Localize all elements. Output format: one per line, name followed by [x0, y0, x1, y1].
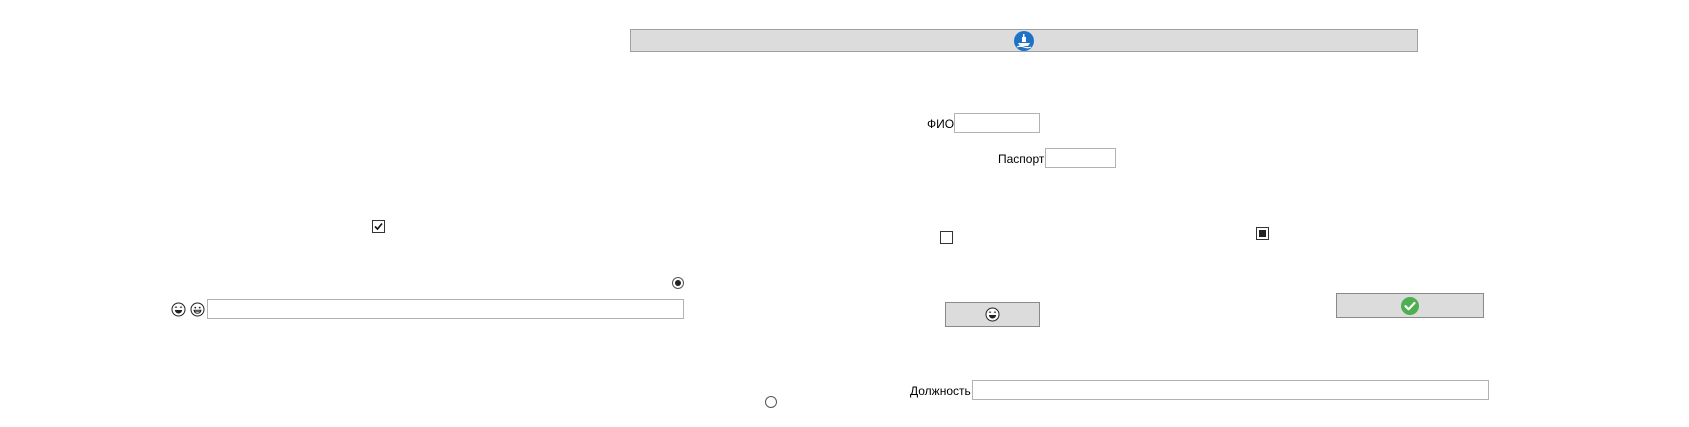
fio-label: ФИО — [927, 117, 955, 131]
left-checkbox[interactable] — [372, 220, 385, 233]
passport-input[interactable] — [1045, 148, 1116, 168]
confirm-button[interactable] — [1336, 293, 1484, 318]
selected-radio[interactable] — [672, 277, 684, 289]
position-input[interactable] — [972, 380, 1489, 400]
emoji-button[interactable] — [945, 302, 1040, 327]
header-bar — [630, 29, 1418, 52]
unchecked-checkbox[interactable] — [940, 231, 953, 244]
left-text-input[interactable] — [207, 299, 684, 319]
checkmark-icon — [374, 222, 383, 231]
indeterminate-mark — [1259, 230, 1266, 237]
grinning-face-icon — [190, 302, 205, 317]
indeterminate-checkbox[interactable] — [1256, 227, 1269, 240]
laughing-face-icon — [171, 302, 186, 317]
fio-input[interactable] — [954, 113, 1040, 133]
passport-label: Паспорт — [998, 152, 1045, 166]
laughing-face-icon — [985, 307, 1000, 322]
ship-logo-icon — [1014, 30, 1034, 51]
green-check-icon — [1401, 296, 1419, 315]
radio-dot — [675, 280, 681, 286]
unselected-radio[interactable] — [765, 396, 777, 408]
position-label: Должность — [910, 384, 971, 398]
